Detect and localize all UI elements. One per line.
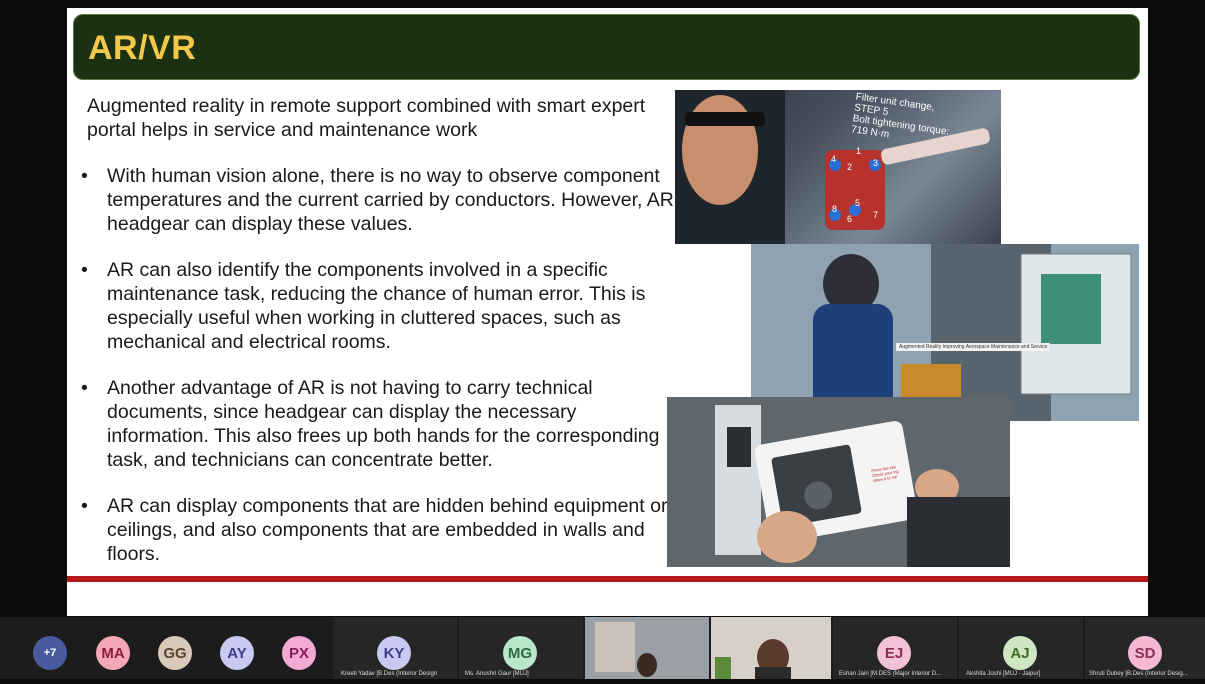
slide-title: AR/VR	[88, 29, 197, 67]
ar-marker-label: 6	[847, 214, 853, 224]
participant-avatar[interactable]: MA	[96, 636, 130, 670]
bullet-text: AR can display components that are hidde…	[107, 495, 668, 565]
bullet-dot-icon: •	[81, 377, 88, 399]
tablet-ar-photo: Press this key Check your log Show it to…	[667, 397, 1010, 567]
bullet-list: • With human vision alone, there is no w…	[79, 164, 679, 588]
participant-name: Kreeti Yadav [B.Des (Interior Design	[341, 671, 438, 677]
ar-marker-label: 2	[847, 162, 853, 172]
participant-avatar: SD	[1128, 636, 1162, 670]
bullet-item: • AR can also identify the components in…	[79, 258, 679, 354]
bullet-item: • AR can display components that are hid…	[79, 494, 679, 566]
technician-illustration	[751, 244, 1139, 421]
participant-avatar[interactable]: AY	[220, 636, 254, 670]
image-caption: Augmented Reality Improving Aerospace Ma…	[896, 343, 1051, 351]
bullet-text: With human vision alone, there is no way…	[107, 165, 674, 235]
tablet-illustration	[667, 397, 1010, 567]
participant-avatar[interactable]: GG	[158, 636, 192, 670]
slide-divider	[67, 576, 1148, 582]
intro-text: Augmented reality in remote support comb…	[87, 95, 646, 141]
ar-marker-label: 5	[855, 198, 861, 208]
bullet-dot-icon: •	[81, 259, 88, 281]
bullet-dot-icon: •	[81, 495, 88, 517]
more-participants-button[interactable]: +7	[33, 636, 67, 670]
participant-avatar[interactable]: PX	[282, 636, 316, 670]
bullet-item: • With human vision alone, there is no w…	[79, 164, 679, 236]
bullet-text: AR can also identify the components invo…	[107, 259, 646, 353]
participant-avatar: KY	[377, 636, 411, 670]
aerospace-technician-photo: Augmented Reality Improving Aerospace Ma…	[751, 244, 1139, 421]
bullet-dot-icon: •	[81, 165, 88, 187]
participant-name: Shruti Dubey [B.Des (Interior Desig...	[1089, 671, 1188, 677]
ar-marker-label: 8	[832, 204, 838, 214]
ar-headset-photo: Filter unit change, STEP 5 Bolt tighteni…	[675, 90, 1001, 244]
participant-video-tile[interactable]	[585, 617, 709, 679]
participant-avatar: AJ	[1003, 636, 1037, 670]
bullet-item: • Another advantage of AR is not having …	[79, 376, 679, 472]
bullet-text: Another advantage of AR is not having to…	[107, 377, 660, 471]
participant-video-tile[interactable]	[711, 617, 831, 679]
ar-headset-illustration	[675, 90, 990, 244]
ar-marker-label: 1	[856, 146, 862, 156]
video-feed	[585, 617, 709, 679]
ar-marker-label: 3	[873, 158, 879, 168]
participant-avatar: MG	[503, 636, 537, 670]
presentation-slide: AR/VR Augmented reality in remote suppor…	[67, 8, 1148, 616]
participant-avatar: EJ	[877, 636, 911, 670]
participant-name: Ms. Anushri Gaur [MUJ]	[465, 671, 529, 677]
ar-marker-label: 7	[873, 210, 879, 220]
video-feed	[711, 617, 831, 679]
ar-marker-label: 4	[831, 154, 837, 164]
title-bar: AR/VR	[73, 14, 1140, 80]
participant-name: Akshita Joshi [MUJ - Jaipur]	[966, 671, 1041, 677]
participant-name: Eshan Jain [M.DES (Major Interior D...	[839, 671, 942, 677]
